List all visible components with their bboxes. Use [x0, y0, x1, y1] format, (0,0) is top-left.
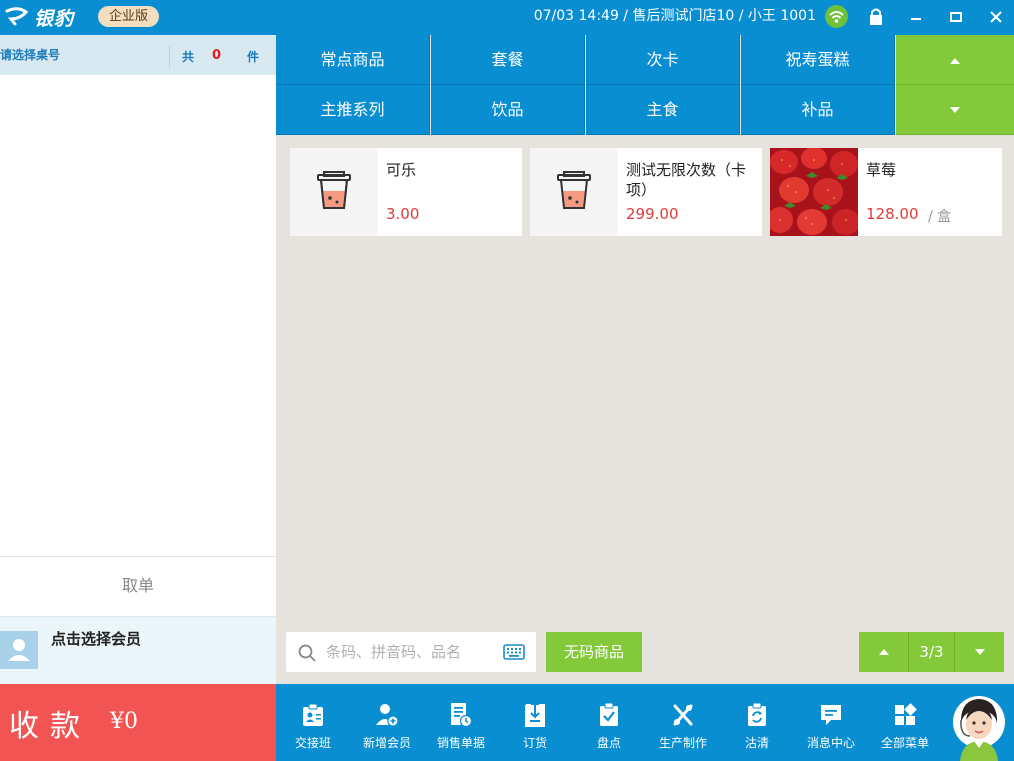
member-select-button[interactable]: 点击选择会员 — [0, 616, 276, 684]
shift-handover-button[interactable]: 交接班 — [276, 684, 350, 761]
drink-icon — [290, 148, 378, 236]
sold-out-button[interactable]: 沽清 — [720, 684, 794, 761]
inventory-check-button[interactable]: 盘点 — [572, 684, 646, 761]
wifi-icon[interactable] — [825, 5, 848, 28]
product-price: 128.00 — [866, 205, 919, 223]
product-price: 299.00 — [626, 205, 679, 223]
toolbar-label: 消息中心 — [806, 736, 855, 750]
search-input[interactable] — [326, 642, 496, 662]
pay-label: 收款 — [9, 709, 91, 744]
inventory-check-icon — [600, 702, 618, 726]
sold-out-icon — [748, 702, 766, 726]
member-select-label: 点击选择会员 — [51, 630, 142, 648]
category-page-down-button[interactable] — [896, 85, 1014, 135]
product-unit: / 盒 — [928, 209, 952, 225]
production-button[interactable]: 生产制作 — [646, 684, 720, 761]
all-menu-icon — [895, 703, 917, 725]
bottom-toolbar: 交接班 新增会员 销售单据 订货 盘点 生产制作 沽清 消息中心 全部菜单 — [276, 684, 1014, 761]
all-menu-button[interactable]: 全部菜单 — [868, 684, 942, 761]
triangle-up-icon — [879, 649, 889, 655]
order-goods-button[interactable]: 订货 — [498, 684, 572, 761]
toolbar-label: 全部菜单 — [880, 736, 929, 750]
category-page-up-button[interactable] — [896, 35, 1014, 85]
sales-receipt-button[interactable]: 销售单据 — [424, 684, 498, 761]
divider — [169, 46, 170, 68]
production-icon — [673, 704, 693, 726]
customer-service-avatar[interactable] — [952, 692, 1006, 761]
lock-icon[interactable] — [861, 3, 891, 31]
count-prefix: 共 — [182, 50, 195, 64]
title-bar: 银豹 企业版 07/03 14:49 / 售后测试门店10 / 小王 1001 — [0, 0, 1014, 35]
category-tab[interactable]: 饮品 — [431, 85, 585, 135]
maximize-icon[interactable] — [941, 3, 971, 31]
product-card[interactable]: 可乐 3.00 — [290, 148, 522, 236]
close-icon[interactable] — [981, 3, 1011, 31]
toolbar-label: 订货 — [522, 736, 547, 750]
member-avatar-icon — [0, 631, 38, 669]
search-icon — [298, 644, 316, 662]
sales-receipt-icon — [451, 703, 473, 728]
strawberry-photo — [767, 147, 860, 236]
triangle-up-icon — [950, 58, 960, 64]
page-up-button[interactable] — [859, 632, 909, 672]
product-name: 草莓 — [866, 161, 897, 179]
add-member-button[interactable]: 新增会员 — [350, 684, 424, 761]
category-tab[interactable]: 祝寿蛋糕 — [741, 35, 895, 85]
message-icon — [821, 705, 841, 725]
item-count: 0 — [212, 48, 222, 63]
category-tab[interactable]: 次卡 — [586, 35, 740, 85]
minimize-icon[interactable] — [901, 3, 931, 31]
category-tab[interactable]: 主推系列 — [276, 85, 430, 135]
category-tabs: 常点商品 套餐 次卡 祝寿蛋糕 主推系列 饮品 主食 补品 — [276, 35, 1014, 135]
table-select-label[interactable]: 请选择桌号 — [0, 46, 60, 63]
message-center-button[interactable]: 消息中心 — [794, 684, 868, 761]
toolbar-label: 新增会员 — [362, 736, 411, 750]
toolbar-label: 交接班 — [294, 736, 331, 750]
search-box — [286, 632, 536, 672]
category-tab[interactable]: 常点商品 — [276, 35, 430, 85]
toolbar-label: 沽清 — [744, 736, 769, 750]
order-goods-icon — [525, 704, 545, 727]
pay-amount: ¥0 — [110, 709, 138, 734]
order-panel: 请选择桌号 共 0 件 取单 点击选择会员 收款 ¥0 — [0, 35, 276, 761]
status-text: 07/03 14:49 / 售后测试门店10 / 小王 1001 — [533, 8, 816, 24]
triangle-down-icon — [950, 107, 960, 113]
no-barcode-item-button[interactable]: 无码商品 — [546, 632, 642, 672]
shift-handover-icon — [303, 703, 323, 726]
count-unit: 件 — [247, 50, 260, 64]
toolbar-label: 盘点 — [596, 736, 621, 750]
pay-button[interactable]: 收款 ¥0 — [0, 684, 276, 761]
product-name: 测试无限次数（卡项） — [626, 161, 747, 199]
product-price: 3.00 — [386, 205, 420, 223]
cancel-order-button[interactable]: 取单 — [0, 556, 276, 616]
category-tab[interactable]: 主食 — [586, 85, 740, 135]
toolbar-label: 销售单据 — [436, 736, 485, 750]
product-card[interactable]: 草莓 128.00 / 盒 — [767, 147, 1002, 236]
page-down-button[interactable] — [954, 632, 1004, 672]
product-pager: 3/3 — [859, 632, 1004, 672]
page-indicator: 3/3 — [919, 643, 944, 661]
product-name: 可乐 — [386, 161, 417, 179]
toolbar-label: 生产制作 — [658, 736, 707, 750]
table-select-bar[interactable]: 请选择桌号 共 0 件 — [0, 35, 276, 75]
add-member-icon — [376, 704, 399, 727]
triangle-down-icon — [975, 649, 985, 655]
product-card[interactable]: 测试无限次数（卡项） 299.00 — [530, 148, 762, 236]
keyboard-icon[interactable] — [503, 644, 525, 660]
category-tab[interactable]: 补品 — [741, 85, 895, 135]
category-tab[interactable]: 套餐 — [431, 35, 585, 85]
drink-icon — [530, 148, 618, 236]
